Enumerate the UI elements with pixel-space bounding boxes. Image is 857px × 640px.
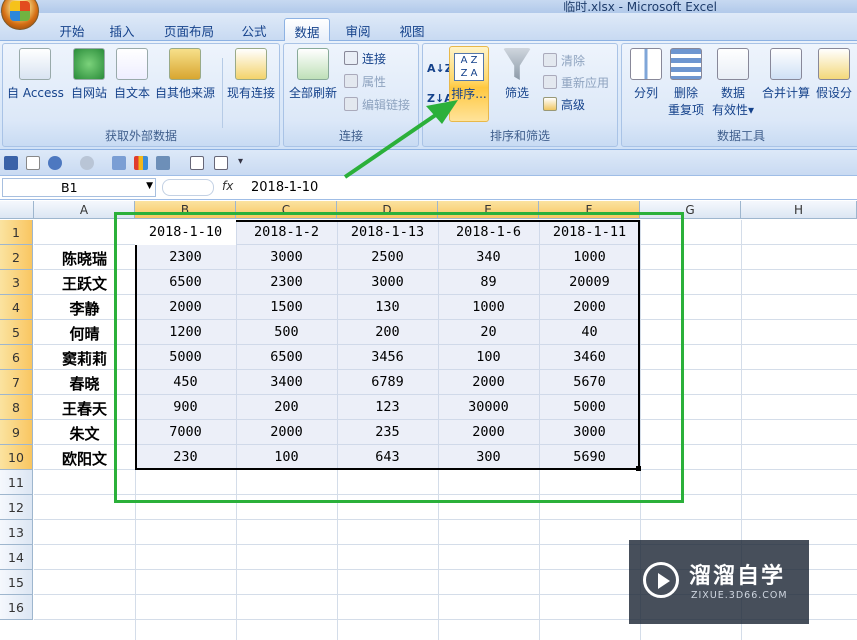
row-header[interactable]: 3: [0, 270, 33, 295]
annotation-box: [114, 212, 684, 503]
tab-formulas[interactable]: 公式: [232, 18, 276, 41]
tab-review[interactable]: 审阅: [336, 18, 380, 41]
group-data-tools: 分列 删除 重复项 数据 有效性▾ 合并计算 假设分 数据工具: [621, 43, 857, 147]
row-header[interactable]: 12: [0, 495, 33, 520]
format-icon[interactable]: [156, 156, 170, 170]
link-icon: [344, 97, 358, 111]
tab-page-layout[interactable]: 页面布局: [152, 18, 226, 41]
play-icon: [643, 562, 679, 598]
row-header[interactable]: 6: [0, 345, 33, 370]
row-header[interactable]: 11: [0, 470, 33, 495]
columns-icon: [630, 48, 662, 80]
text-to-columns-button[interactable]: 分列: [630, 48, 662, 101]
quick-access-toolbar: ▾: [0, 150, 857, 176]
watermark-title: 溜溜自学: [689, 564, 786, 589]
insert-function-icon[interactable]: fx: [222, 179, 233, 193]
group-label-external: 获取外部数据: [104, 129, 177, 143]
from-other-sources-button[interactable]: 自其他来源: [155, 48, 215, 101]
tab-insert[interactable]: 插入: [100, 18, 144, 41]
remove-duplicates-button[interactable]: 删除 重复项: [668, 48, 704, 118]
duplicates-icon: [670, 48, 702, 80]
refresh-icon: [297, 48, 329, 80]
undo-icon[interactable]: [48, 156, 62, 170]
reapply-button[interactable]: 重新应用: [543, 74, 609, 91]
form-icon[interactable]: [190, 156, 204, 170]
consolidate-icon: [770, 48, 802, 80]
from-access-button[interactable]: 自 Access: [7, 48, 64, 101]
row-header[interactable]: 7: [0, 370, 33, 395]
watermark-url: ZIXUE.3D66.COM: [691, 590, 788, 601]
group-external-data: 自 Access 自网站 自文本 自其他来源 现有连接 获取外部数据: [2, 43, 280, 147]
formula-input[interactable]: 2018-1-10: [251, 180, 318, 195]
office-logo-icon: [10, 1, 30, 21]
name-box[interactable]: B1 ▼: [2, 178, 156, 197]
refresh-all-button[interactable]: 全部刷新: [289, 48, 337, 101]
sort-dialog-icon: A ZZ A: [454, 53, 484, 81]
advanced-filter-icon: [543, 97, 557, 111]
funnel-icon: [503, 48, 531, 80]
watermark: 溜溜自学 ZIXUE.3D66.COM: [629, 540, 809, 624]
title-bar: 临时.xlsx - Microsoft Excel: [0, 0, 857, 14]
group-label-connections: 连接: [338, 129, 363, 143]
existing-connections-button[interactable]: 现有连接: [227, 48, 275, 101]
database-icon: [169, 48, 201, 80]
globe-icon: [73, 48, 105, 80]
chevron-down-icon[interactable]: ▼: [146, 181, 153, 191]
column-header-h[interactable]: H: [741, 201, 857, 219]
data-validation-button[interactable]: 数据 有效性▾: [712, 48, 754, 118]
redo-icon[interactable]: [80, 156, 94, 170]
chart-icon[interactable]: [134, 156, 148, 170]
sort-button[interactable]: A ZZ A 排序...: [449, 46, 489, 122]
row-header[interactable]: 16: [0, 595, 33, 620]
new-file-icon[interactable]: [26, 156, 40, 170]
row-header[interactable]: 4: [0, 295, 33, 320]
clear-filter-icon: [543, 53, 557, 67]
row-header[interactable]: 10: [0, 445, 33, 470]
row-header[interactable]: 1: [0, 220, 33, 245]
save-icon[interactable]: [4, 156, 18, 170]
row-header[interactable]: 2: [0, 245, 33, 270]
ribbon-tabs: 开始 插入 页面布局 公式 数据 审阅 视图: [0, 13, 857, 42]
group-connections: 全部刷新 连接 属性 编辑链接 连接: [283, 43, 419, 147]
group-label-sort-filter: 排序和筛选: [489, 129, 550, 143]
formula-expand-control[interactable]: [162, 179, 214, 196]
row-header[interactable]: 13: [0, 520, 33, 545]
customize-qat-icon[interactable]: ▾: [238, 156, 243, 167]
print-icon[interactable]: [112, 156, 126, 170]
row-header[interactable]: 9: [0, 420, 33, 445]
ribbon: 自 Access 自网站 自文本 自其他来源 现有连接 获取外部数据 全部刷新 …: [0, 41, 857, 150]
from-text-button[interactable]: 自文本: [114, 48, 150, 101]
select-all-corner[interactable]: [0, 201, 34, 219]
filter-button[interactable]: 筛选: [503, 48, 531, 101]
text-file-icon: [116, 48, 148, 80]
sheet-icon[interactable]: [214, 156, 228, 170]
what-if-button[interactable]: 假设分: [816, 48, 852, 101]
tab-home[interactable]: 开始: [50, 18, 94, 41]
properties-icon: [344, 74, 358, 88]
group-label-data-tools: 数据工具: [716, 129, 765, 143]
connection-icon: [235, 48, 267, 80]
tab-view[interactable]: 视图: [390, 18, 434, 41]
formula-bar: B1 ▼ fx 2018-1-10: [0, 176, 857, 200]
row-header[interactable]: 5: [0, 320, 33, 345]
from-web-button[interactable]: 自网站: [71, 48, 107, 101]
validation-icon: [717, 48, 750, 80]
reapply-icon: [543, 75, 557, 89]
clear-button[interactable]: 清除: [543, 52, 585, 69]
group-sort-filter: A↓Z Z↓A A ZZ A 排序... 筛选 清除 重新应用 高级 排序和筛选: [422, 43, 618, 147]
consolidate-button[interactable]: 合并计算: [762, 48, 810, 101]
row-header[interactable]: 14: [0, 545, 33, 570]
properties-button[interactable]: 属性: [344, 73, 386, 90]
separator: [222, 58, 223, 128]
advanced-button[interactable]: 高级: [543, 96, 585, 113]
connections-icon: [344, 51, 358, 65]
access-icon: [19, 48, 52, 80]
tab-data[interactable]: 数据: [284, 18, 330, 42]
row-header[interactable]: 8: [0, 395, 33, 420]
what-if-icon: [818, 48, 850, 80]
row-header[interactable]: 15: [0, 570, 33, 595]
edit-links-button[interactable]: 编辑链接: [344, 96, 410, 113]
connections-button[interactable]: 连接: [344, 50, 386, 67]
